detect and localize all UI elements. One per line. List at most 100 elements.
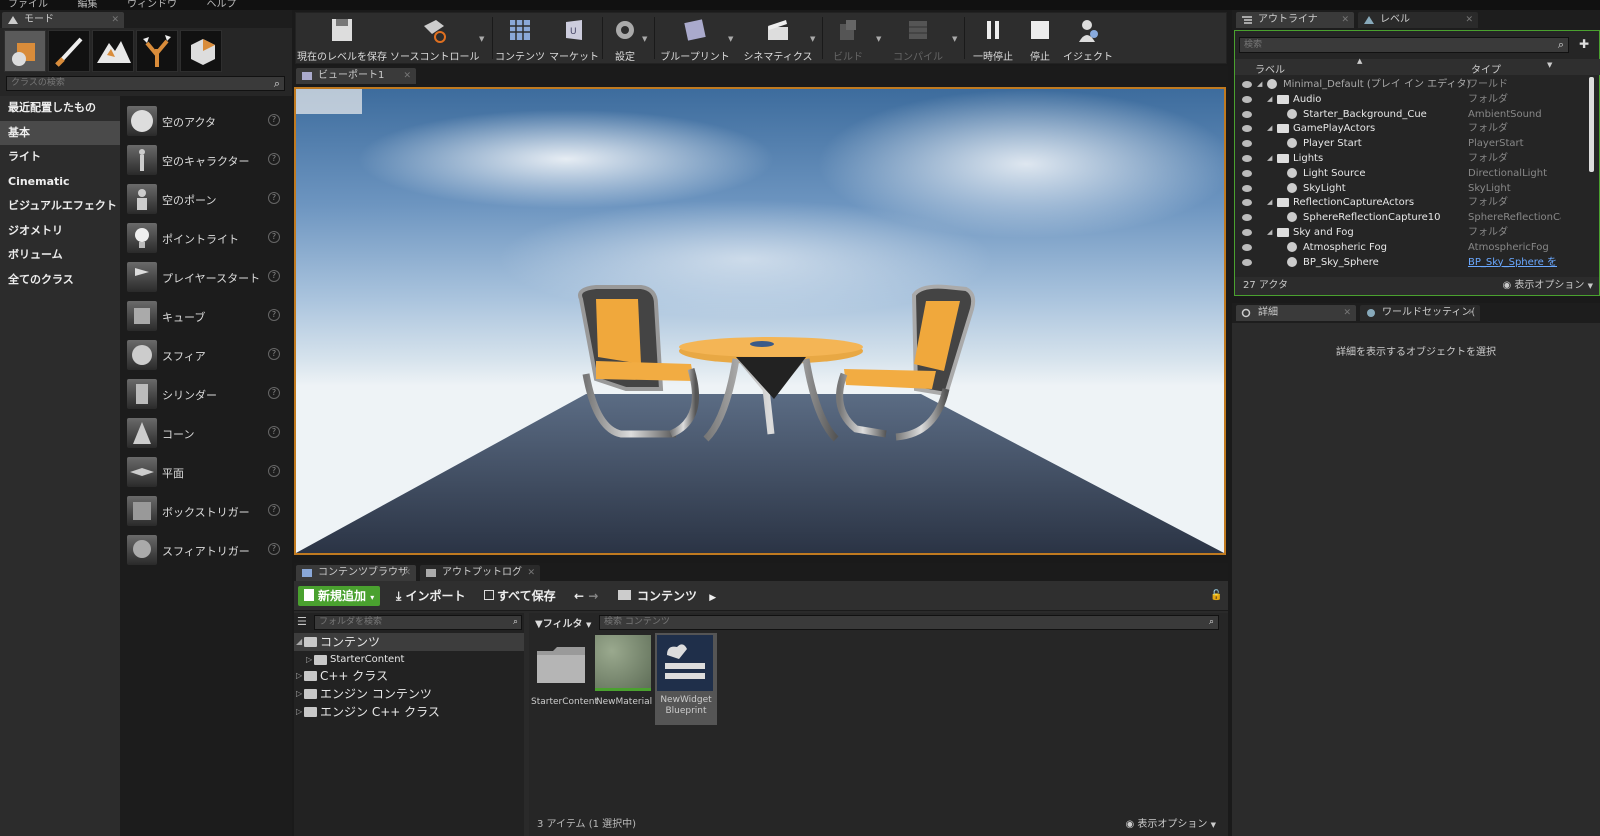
save-all-button[interactable]: すべて保存 [478,586,562,606]
nav-back-forward[interactable]: ← → [568,586,604,606]
place-mode-button[interactable] [4,30,46,72]
content-button[interactable]: コンテンツ [494,13,546,63]
path-breadcrumb[interactable]: コンテンツ ▶ [612,586,722,606]
help-icon[interactable]: ? [268,387,280,399]
close-icon[interactable]: ✕ [111,12,119,28]
tab-levels[interactable]: レベル ✕ [1358,12,1478,28]
pause-button[interactable]: 一時停止 [968,13,1018,63]
outliner-row[interactable]: ◢ GamePlayActors フォルダ [1235,121,1561,136]
tree-item-engine-content[interactable]: ▷ エンジン コンテンツ [294,685,524,703]
actor-item-empty-character[interactable]: 空のキャラクター? [120,141,292,179]
outliner-row[interactable]: ◢ Audio フォルダ [1235,92,1561,107]
help-icon[interactable]: ? [268,543,280,555]
marketplace-button[interactable]: U マーケット [548,13,600,63]
close-icon[interactable]: ✕ [1467,305,1475,321]
menu-window[interactable]: ウィンドウ [127,0,177,10]
visibility-eye-icon[interactable] [1242,169,1252,177]
category-visual-effects[interactable]: ビジュアルエフェクト [0,194,120,219]
visibility-eye-icon[interactable] [1242,199,1252,207]
tab-modes[interactable]: モード ✕ [2,12,124,28]
close-icon[interactable]: ✕ [1343,305,1351,321]
tree-item-cpp-classes[interactable]: ▷ C++ クラス [294,667,524,685]
cinematics-button[interactable]: シネマティクス [742,13,814,63]
tab-outliner[interactable]: アウトライナ ✕ [1236,12,1354,28]
build-button[interactable]: ビルド [826,13,870,63]
actor-item-empty-pawn[interactable]: 空のポーン? [120,180,292,218]
landscape-mode-button[interactable] [92,30,134,72]
add-filter-icon[interactable]: ✚ [1579,37,1589,51]
expand-arrow-icon[interactable]: ◢ [1267,92,1272,107]
chevron-down-icon[interactable]: ▼ [1547,61,1552,69]
chevron-down-icon[interactable]: ▼ [810,35,815,43]
expand-arrow-icon[interactable]: ◢ [1267,225,1272,240]
expand-arrow-icon[interactable]: ◢ [1257,77,1262,92]
expand-arrow-icon[interactable]: ◢ [1267,151,1272,166]
chevron-down-icon[interactable]: ▼ [876,35,881,43]
outliner-row[interactable]: Atmospheric Fog AtmosphericFog [1235,240,1561,255]
asset-tile-new-material[interactable]: NewMaterial [593,633,655,723]
asset-search-input[interactable]: 検索 コンテンツ ⌕ [599,615,1219,630]
visibility-eye-icon[interactable] [1242,258,1252,266]
level-viewport[interactable] [294,87,1226,555]
close-icon[interactable]: ✕ [403,68,411,84]
outliner-scrollbar[interactable] [1589,77,1594,172]
outliner-row[interactable]: Light Source DirectionalLight [1235,166,1561,181]
geometry-mode-button[interactable] [180,30,222,72]
actor-item-player-start[interactable]: プレイヤースタート? [120,258,292,296]
menu-file[interactable]: ファイル [8,0,48,10]
visibility-eye-icon[interactable] [1242,81,1252,88]
expand-arrow-icon[interactable]: ◢ [1267,121,1272,136]
outliner-row[interactable]: Player Start PlayerStart [1235,136,1561,151]
visibility-eye-icon[interactable] [1242,229,1252,236]
tab-output-log[interactable]: アウトプットログ ✕ [420,565,540,581]
tab-content-browser[interactable]: コンテンツブラウザ ✕ [296,565,416,581]
actor-item-cube[interactable]: キューブ? [120,297,292,335]
close-icon[interactable]: ✕ [527,565,535,581]
actor-item-cone[interactable]: コーン? [120,414,292,452]
add-new-button[interactable]: 新規追加 ▾ [298,586,381,606]
actor-item-sphere[interactable]: スフィア? [120,336,292,374]
actor-item-sphere-trigger[interactable]: スフィアトリガー? [120,531,292,569]
stop-button[interactable]: 停止 [1020,13,1060,63]
help-icon[interactable]: ? [268,192,280,204]
category-geometry[interactable]: ジオメトリ [0,219,120,244]
folder-search-input[interactable]: フォルダを検索 ⌕ [314,615,522,630]
outliner-row[interactable]: ◢ Lights フォルダ [1235,151,1561,166]
tab-details[interactable]: 詳細 ✕ [1236,305,1356,321]
chevron-down-icon[interactable]: ▼ [728,35,733,43]
tree-toggle-icon[interactable]: ☰ [297,615,307,628]
help-icon[interactable]: ? [268,309,280,321]
help-icon[interactable]: ? [268,231,280,243]
eject-button[interactable]: イジェクト [1062,13,1114,63]
paint-mode-button[interactable] [48,30,90,72]
category-cinematic[interactable]: Cinematic [0,170,120,195]
outliner-row[interactable]: ◢ Sky and Fog フォルダ [1235,225,1561,240]
chevron-down-icon[interactable]: ▼ [642,35,647,43]
menu-edit[interactable]: 編集 [78,0,98,10]
column-type-header[interactable]: タイプ [1471,61,1501,76]
outliner-row[interactable]: Starter_Background_Cue AmbientSound [1235,107,1561,122]
compile-button[interactable]: コンパイル [888,13,948,63]
visibility-eye-icon[interactable] [1242,243,1252,251]
category-all-classes[interactable]: 全てのクラス [0,268,120,293]
visibility-eye-icon[interactable] [1242,125,1252,133]
visibility-eye-icon[interactable] [1242,95,1252,103]
actor-item-plane[interactable]: 平面? [120,453,292,491]
menu-help[interactable]: ヘルプ [207,0,237,10]
outliner-row-type[interactable]: BP_Sky_Sphere を [1468,255,1557,270]
visibility-eye-icon[interactable] [1242,184,1252,192]
actor-item-cylinder[interactable]: シリンダー? [120,375,292,413]
asset-tile-starter-content[interactable]: StarterContent [531,633,598,723]
category-basic[interactable]: 基本 [0,120,120,145]
tree-item-content[interactable]: ◢ コンテンツ [294,633,524,651]
visibility-eye-icon[interactable] [1242,155,1252,162]
chevron-down-icon[interactable]: ▼ [952,35,957,43]
viewport-options-button[interactable] [296,89,362,114]
category-recent[interactable]: 最近配置したもの [0,96,120,121]
help-icon[interactable]: ? [268,153,280,165]
actor-item-box-trigger[interactable]: ボックストリガー? [120,492,292,530]
filter-button[interactable]: ▼フィルタ ▼ [535,615,591,630]
help-icon[interactable]: ? [268,465,280,477]
outliner-row[interactable]: ◢ ReflectionCaptureActors フォルダ [1235,195,1561,210]
outliner-row[interactable]: SkyLight SkyLight [1235,181,1561,196]
